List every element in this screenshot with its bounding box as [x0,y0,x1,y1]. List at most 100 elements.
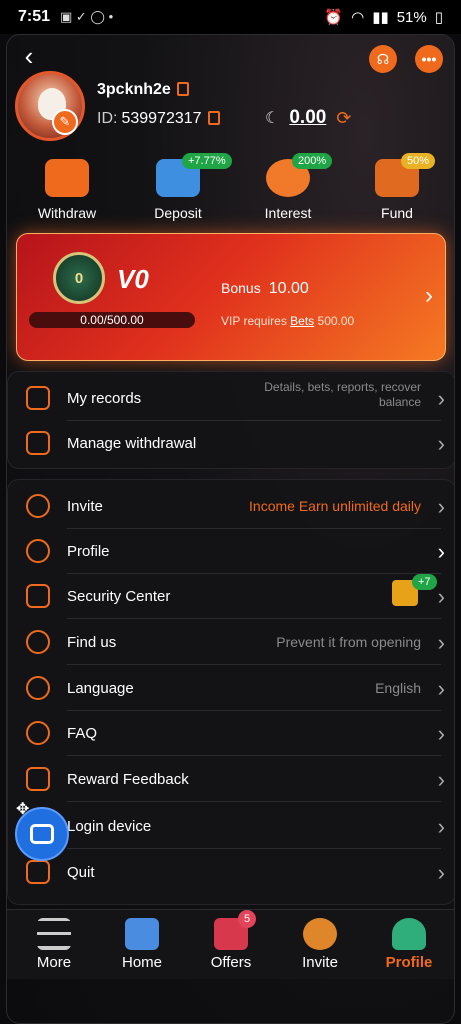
withdraw-button[interactable]: Withdraw [22,159,112,221]
bonus-value: 10.00 [268,280,309,297]
offers-badge: 5 [238,910,256,928]
gift-badge: +7 [412,574,437,590]
menu-row-faq[interactable]: FAQ › [8,711,454,756]
vip-progress-bar: 0.00/500.00 [29,312,195,328]
row-note: English [375,680,421,696]
menu-row-manage-withdrawal[interactable]: Manage withdrawal › [8,421,454,466]
chevron-right-icon: › [437,494,445,519]
vip-badge-number: 0 [74,269,84,287]
tab-profile[interactable]: Profile [374,918,444,971]
req-text: VIP requires [221,314,287,328]
user-id-value: 539972317 [121,110,202,127]
tab-home[interactable]: Home [107,918,177,971]
row-label: Language [67,680,134,697]
divider [67,755,441,756]
balance: ☾ 0.00 ⟳ [265,107,351,129]
withdrawal-card-icon [26,431,50,455]
menu-row-find-us[interactable]: Find us Prevent it from opening › [8,620,454,665]
menu-row-quit[interactable]: Quit › [8,850,454,895]
divider [67,848,441,849]
support-headset-icon[interactable]: ☊ [369,45,397,73]
chat-messages-icon[interactable]: ••• [415,45,443,73]
tab-label: Offers [210,954,252,971]
chevron-right-icon: › [437,721,445,746]
invite-user-icon [26,494,50,518]
vip-badge-icon: 0 [53,252,105,304]
row-label: Profile [67,543,110,560]
row-label: Login device [67,818,152,835]
chevron-right-icon: › [437,584,445,609]
chevron-right-icon: › [437,676,445,701]
tab-label: Invite [302,954,338,971]
edit-avatar-icon[interactable]: ✎ [52,109,78,135]
alarm-icon: ⏰ [324,9,344,26]
row-label: Manage withdrawal [67,435,197,452]
row-note: Details, bets, reports, recover balance [264,380,421,409]
vip-requirement: VIP requires Bets 500.00 [221,314,354,328]
refresh-balance-icon[interactable]: ⟳ [336,108,351,129]
find-search-icon [26,630,50,654]
wifi-icon: ◠ [351,9,365,26]
chevron-right-icon: › [437,630,445,655]
fund-badge: 50% [401,153,436,169]
back-icon[interactable]: ‹ [15,43,43,71]
profile-icon [392,918,426,950]
invite-coin-icon [303,918,337,950]
offers-gift-icon: 5 [214,910,256,950]
row-label: Security Center [67,588,171,605]
vip-card[interactable]: 0 V0 0.00/500.00 Bonus 10.00 VIP requires… [16,233,446,361]
records-icon [26,386,50,410]
divider [67,618,441,619]
row-label: Find us [67,634,117,651]
username: 3pcknh2e [97,81,189,99]
withdraw-label: Withdraw [37,205,97,221]
deposit-label: Deposit [154,205,202,221]
balance-amount[interactable]: 0.00 [289,107,326,129]
signal-icon: ▮▮ [372,9,389,26]
row-note: Prevent it from opening [276,634,421,650]
fund-button[interactable]: 50% Fund [352,153,442,221]
status-right: ⏰ ◠ ▮▮ 51% ▯ [324,8,443,27]
menu-row-language[interactable]: Language English › [8,666,454,711]
menu-row-invite[interactable]: Invite Income Earn unlimited daily › [8,484,454,529]
menu-icon [37,918,71,950]
live-chat-button[interactable] [15,807,69,861]
deposit-badge: +7.77% [182,153,232,169]
interest-button[interactable]: 200% Interest [243,153,333,221]
shield-icon [26,584,50,608]
ticket-icon [45,159,89,197]
fund-label: Fund [381,205,413,221]
currency-icon: ☾ [265,110,280,127]
menu-row-profile[interactable]: Profile › [8,529,454,574]
chevron-right-icon: › [437,386,445,411]
bets-link[interactable]: Bets [290,314,314,328]
tab-invite[interactable]: Invite [285,918,355,971]
chat-bubble-icon [30,824,54,844]
copy-username-icon[interactable] [176,82,189,96]
tab-label: More [36,954,72,971]
menu-row-my-records[interactable]: My records Details, bets, reports, recov… [8,376,454,421]
user-id-label: ID: [97,110,118,127]
profile-edit-icon [26,539,50,563]
menu-row-security-center[interactable]: Security Center +7 › [8,574,454,619]
interest-label: Interest [264,205,312,221]
logout-icon [26,860,50,884]
copy-id-icon[interactable] [207,111,220,125]
username-text: 3pcknh2e [97,81,171,98]
menu-row-login-device[interactable]: Login device › [8,804,454,849]
question-icon [26,721,50,745]
deposit-button[interactable]: +7.77% Deposit [133,153,232,221]
row-label: Reward Feedback [67,771,189,788]
chevron-right-icon: › [437,767,445,792]
vip-progress-text: 0.00/500.00 [80,313,144,327]
menu-row-reward-feedback[interactable]: Reward Feedback › [8,757,454,802]
tab-offers[interactable]: 5 Offers [196,910,266,971]
tab-label: Profile [385,954,433,971]
divider [67,801,441,802]
row-label: FAQ [67,725,98,742]
quick-actions: Withdraw +7.77% Deposit 200% Interest 50… [7,153,454,229]
req-value: 500.00 [317,314,355,328]
chevron-right-icon: › [437,539,445,564]
row-label: Invite [67,498,103,515]
tab-more[interactable]: More [19,918,89,971]
